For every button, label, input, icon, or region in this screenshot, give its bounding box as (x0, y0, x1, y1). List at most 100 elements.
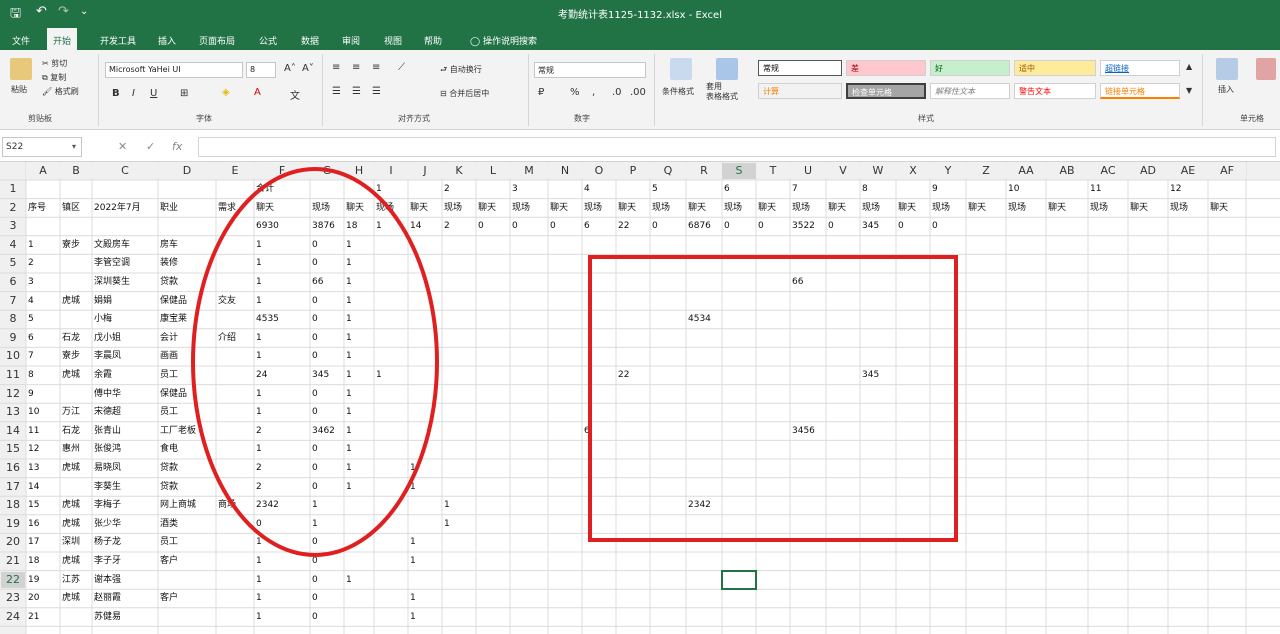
cell-D10[interactable]: 画画 (158, 347, 178, 366)
row-header-8[interactable]: 8 (1, 311, 25, 328)
cell-D21[interactable]: 客户 (158, 552, 178, 571)
column-header-A[interactable]: A (26, 163, 60, 179)
border-icon[interactable]: ⊞ (180, 88, 188, 99)
insert-cells-icon[interactable] (1216, 58, 1238, 80)
cell-N2[interactable]: 聊天 (548, 199, 568, 218)
cut-button[interactable]: ✂ 剪切 (42, 58, 67, 69)
paste-icon[interactable] (10, 58, 32, 80)
cell-A7[interactable]: 4 (26, 292, 34, 311)
align-bottom-icon[interactable]: ≡ (372, 62, 380, 73)
cell-F17[interactable]: 2 (254, 478, 262, 497)
cell-H3[interactable]: 18 (344, 217, 357, 236)
cell-B16[interactable]: 虎城 (60, 459, 80, 478)
cell-A16[interactable]: 13 (26, 459, 39, 478)
cell-R2[interactable]: 聊天 (686, 199, 706, 218)
cell-C18[interactable]: 李梅子 (92, 496, 121, 515)
column-header-S[interactable]: S (722, 163, 756, 179)
decrease-decimal-icon[interactable]: .00 (630, 87, 646, 98)
cell-B18[interactable]: 虎城 (60, 496, 80, 515)
row-header-14[interactable]: 14 (1, 422, 25, 440)
format-painter-button[interactable]: 🖌 格式刷 (42, 86, 79, 97)
cell-G8[interactable]: 0 (310, 310, 318, 329)
cell-H14[interactable]: 1 (344, 422, 352, 441)
cell-A9[interactable]: 6 (26, 329, 34, 348)
cell-A8[interactable]: 5 (26, 310, 34, 329)
cell-G22[interactable]: 0 (310, 571, 318, 590)
cell-H17[interactable]: 1 (344, 478, 352, 497)
comma-icon[interactable]: , (592, 87, 595, 98)
font-size-select[interactable]: 8 (246, 62, 276, 78)
cell-F6[interactable]: 1 (254, 273, 262, 292)
tab-review[interactable]: 审阅 (336, 31, 366, 50)
cell-Y2[interactable]: 现场 (930, 199, 950, 218)
cell-D19[interactable]: 酒类 (158, 515, 178, 534)
cell-A14[interactable]: 11 (26, 422, 39, 441)
row-header-17[interactable]: 17 (1, 478, 25, 496)
cell-B22[interactable]: 江苏 (60, 571, 80, 590)
cell-Y1[interactable]: 9 (930, 180, 938, 199)
cell-R8[interactable]: 4534 (686, 310, 711, 329)
wrap-text-button[interactable]: ⮐ 自动换行 (440, 64, 482, 78)
cell-G12[interactable]: 0 (310, 385, 318, 404)
cell-G14[interactable]: 3462 (310, 422, 335, 441)
enter-icon[interactable]: ✓ (146, 140, 155, 153)
column-header-D[interactable]: D (158, 163, 216, 179)
bold-button[interactable]: B (112, 88, 120, 99)
row-header-20[interactable]: 20 (1, 534, 25, 551)
cell-E9[interactable]: 介绍 (216, 329, 236, 348)
grow-font-icon[interactable]: A˄ (284, 63, 296, 74)
cell-B10[interactable]: 寮步 (60, 347, 80, 366)
cell-F10[interactable]: 1 (254, 347, 262, 366)
copy-button[interactable]: ⧉ 复制 (42, 72, 66, 83)
cell-H9[interactable]: 1 (344, 329, 352, 348)
cell-O14[interactable]: 6 (582, 422, 590, 441)
align-center-icon[interactable]: ☰ (352, 86, 361, 97)
cell-C6[interactable]: 深圳葵生 (92, 273, 130, 292)
orientation-icon[interactable]: ⟋ (398, 62, 405, 73)
cell-C21[interactable]: 李子牙 (92, 552, 121, 571)
styles-more-icon[interactable]: ▼ (1186, 86, 1192, 95)
row-header-19[interactable]: 19 (1, 515, 25, 533)
cell-F18[interactable]: 2342 (254, 496, 279, 515)
cell-L3[interactable]: 0 (476, 217, 484, 236)
cell-E2[interactable]: 需求 (216, 199, 236, 218)
cell-J24[interactable]: 1 (408, 608, 416, 627)
cell-I2[interactable]: 现场 (374, 199, 394, 218)
cell-D17[interactable]: 贷款 (158, 478, 178, 497)
cell-P2[interactable]: 聊天 (616, 199, 636, 218)
cell-B9[interactable]: 石龙 (60, 329, 80, 348)
cell-H2[interactable]: 聊天 (344, 199, 364, 218)
cell-S3[interactable]: 0 (722, 217, 730, 236)
cell-C5[interactable]: 李管空调 (92, 254, 130, 273)
cell-P3[interactable]: 22 (616, 217, 629, 236)
cell-H11[interactable]: 1 (344, 366, 352, 385)
row-header-24[interactable]: 24 (1, 608, 25, 626)
conditional-format-icon[interactable] (670, 58, 692, 80)
cell-A18[interactable]: 15 (26, 496, 39, 515)
cell-AF2[interactable]: 聊天 (1208, 199, 1228, 218)
cell-Y3[interactable]: 0 (930, 217, 938, 236)
cell-D11[interactable]: 员工 (158, 366, 178, 385)
column-header-AF[interactable]: AF (1208, 163, 1246, 179)
column-header-Y[interactable]: Y (930, 163, 966, 179)
cell-AC2[interactable]: 现场 (1088, 199, 1108, 218)
cell-C7[interactable]: 娟娟 (92, 292, 112, 311)
cell-U1[interactable]: 7 (790, 180, 798, 199)
column-header-B[interactable]: B (60, 163, 92, 179)
cell-K3[interactable]: 2 (442, 217, 450, 236)
row-header-15[interactable]: 15 (1, 441, 25, 458)
cancel-icon[interactable]: ✕ (118, 140, 127, 153)
style-neutral[interactable]: 适中 (1014, 60, 1096, 76)
row-header-11[interactable]: 11 (1, 367, 25, 384)
column-header-J[interactable]: J (408, 163, 442, 179)
tab-formulas[interactable]: 公式 (253, 31, 283, 50)
cell-P11[interactable]: 22 (616, 366, 629, 385)
cell-M1[interactable]: 3 (510, 180, 518, 199)
cell-J17[interactable]: 1 (408, 478, 416, 497)
cell-U6[interactable]: 66 (790, 273, 803, 292)
tab-developer[interactable]: 开发工具 (94, 31, 142, 50)
cell-E7[interactable]: 交友 (216, 292, 236, 311)
cell-AE1[interactable]: 12 (1168, 180, 1181, 199)
format-as-table-icon[interactable] (716, 58, 738, 80)
cell-A5[interactable]: 2 (26, 254, 34, 273)
